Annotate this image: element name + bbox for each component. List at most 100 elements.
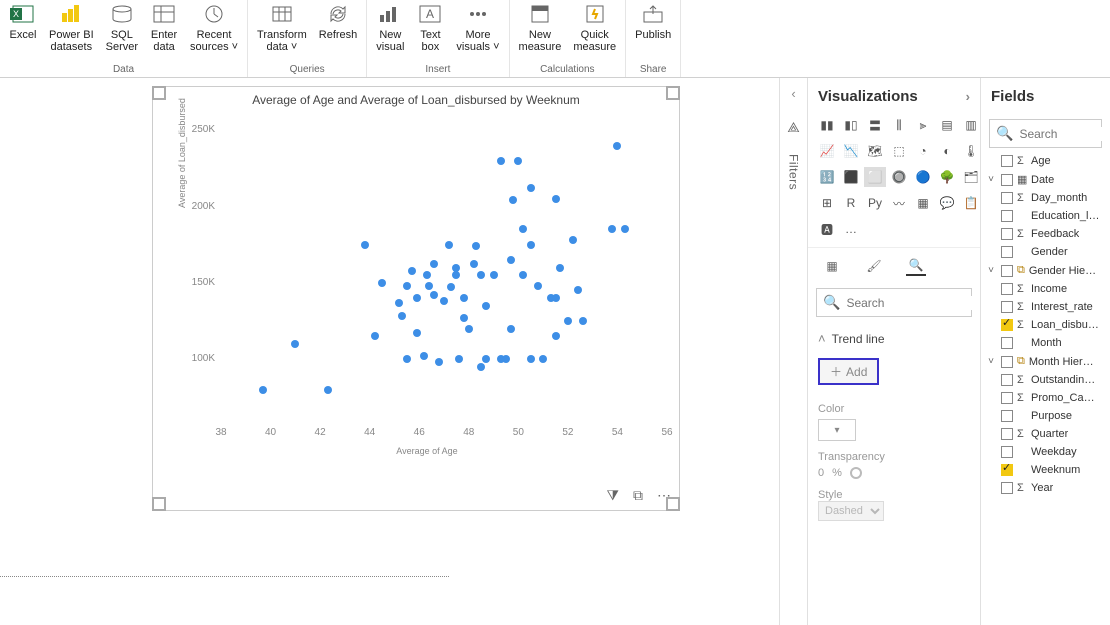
viz-type-button[interactable]: ▤ — [936, 115, 958, 135]
scatter-point[interactable] — [482, 302, 490, 310]
viz-type-button[interactable]: ⬛ — [840, 167, 862, 187]
field-row[interactable]: Month — [981, 334, 1110, 352]
scatter-point[interactable] — [509, 196, 517, 204]
viz-type-button[interactable]: ⬜ — [864, 167, 886, 187]
viz-type-button[interactable]: 🔢 — [816, 167, 838, 187]
scatter-point[interactable] — [430, 260, 438, 268]
filters-collapsed-pane[interactable]: ‹ ⟁ Filters — [779, 78, 807, 625]
viz-type-button[interactable]: ▮▯ — [840, 115, 862, 135]
enter-data-button[interactable]: Enterdata — [144, 0, 184, 55]
scatter-point[interactable] — [477, 363, 485, 371]
scatter-point[interactable] — [361, 241, 369, 249]
field-row[interactable]: Weekday — [981, 443, 1110, 461]
scatter-point[interactable] — [324, 386, 332, 394]
field-checkbox[interactable] — [1001, 482, 1013, 494]
viz-type-button[interactable]: ▮▮ — [816, 115, 838, 135]
viz-type-button[interactable]: 〰 — [888, 193, 910, 213]
field-checkbox[interactable] — [1001, 246, 1013, 258]
search-input[interactable] — [846, 296, 1001, 310]
transform-data-button[interactable]: Transformdata ˅ — [251, 0, 313, 55]
expand-icon[interactable]: ˅ — [985, 265, 997, 276]
field-checkbox[interactable] — [1001, 228, 1013, 240]
scatter-point[interactable] — [519, 271, 527, 279]
scatter-point[interactable] — [423, 271, 431, 279]
scatter-point[interactable] — [502, 355, 510, 363]
viz-type-button[interactable]: 🗂 — [960, 167, 982, 187]
scatter-point[interactable] — [579, 317, 587, 325]
scatter-point[interactable] — [552, 195, 560, 203]
scatter-point[interactable] — [445, 241, 453, 249]
scatter-point[interactable] — [472, 242, 480, 250]
viz-type-button[interactable]: 📈 — [816, 141, 838, 161]
viz-type-button[interactable]: ◔ — [912, 141, 934, 161]
scatter-point[interactable] — [447, 283, 455, 291]
field-row[interactable]: ΣIncome — [981, 280, 1110, 298]
field-checkbox[interactable] — [1001, 210, 1013, 222]
viz-type-button[interactable]: 🗺 — [864, 141, 886, 161]
scatter-point[interactable] — [413, 329, 421, 337]
more-visuals-button[interactable]: Morevisuals ˅ — [450, 0, 505, 55]
fields-search[interactable]: 🔍 — [989, 119, 1102, 148]
field-row[interactable]: ΣFeedback — [981, 225, 1110, 243]
scatter-point[interactable] — [259, 386, 267, 394]
scatter-point[interactable] — [425, 282, 433, 290]
viz-type-button[interactable]: 📉 — [840, 141, 862, 161]
field-checkbox[interactable] — [1001, 446, 1013, 458]
report-canvas[interactable]: Average of Age and Average of Loan_disbu… — [0, 78, 779, 625]
scatter-point[interactable] — [514, 157, 522, 165]
scatter-point[interactable] — [552, 294, 560, 302]
scatter-point[interactable] — [519, 225, 527, 233]
scatter-point[interactable] — [477, 271, 485, 279]
scatter-point[interactable] — [556, 264, 564, 272]
field-checkbox[interactable] — [1001, 356, 1013, 368]
viz-type-button[interactable]: 🌳 — [936, 167, 958, 187]
field-checkbox[interactable] — [1001, 410, 1013, 422]
scatter-point[interactable] — [398, 312, 406, 320]
focus-mode-icon[interactable]: ⧉ — [633, 487, 643, 504]
color-dropdown[interactable]: ▾ — [818, 419, 856, 441]
field-checkbox[interactable] — [1001, 319, 1013, 331]
scatter-point[interactable] — [527, 355, 535, 363]
scatter-point[interactable] — [497, 157, 505, 165]
scatter-point[interactable] — [371, 332, 379, 340]
scatter-point[interactable] — [470, 260, 478, 268]
scatter-point[interactable] — [408, 267, 416, 275]
scatter-point[interactable] — [403, 355, 411, 363]
refresh-button[interactable]: Refresh — [313, 0, 364, 43]
add-trend-line-button[interactable]: ＋ Add — [818, 358, 879, 385]
scatter-point[interactable] — [420, 352, 428, 360]
field-row[interactable]: ΣInterest_rate — [981, 298, 1110, 316]
field-row[interactable]: ΣPromo_Ca… — [981, 389, 1110, 407]
field-row[interactable]: Gender — [981, 243, 1110, 261]
field-checkbox[interactable] — [1001, 265, 1013, 277]
viz-type-button[interactable]: ⊞ — [816, 193, 838, 213]
sql-server-button[interactable]: SQLServer — [100, 0, 144, 55]
scatter-point[interactable] — [527, 241, 535, 249]
expand-filters-icon[interactable]: ‹ — [791, 86, 795, 101]
field-row[interactable]: ΣYear — [981, 479, 1110, 497]
viz-type-button[interactable]: 〓 — [864, 115, 886, 135]
viz-type-button[interactable]: Py — [864, 193, 886, 213]
field-checkbox[interactable] — [1001, 283, 1013, 295]
field-checkbox[interactable] — [1001, 428, 1013, 440]
transparency-reset-icon[interactable] — [850, 467, 862, 479]
viz-type-button[interactable]: … — [840, 219, 862, 239]
viz-type-button[interactable]: 🅰 — [816, 219, 838, 239]
field-checkbox[interactable] — [1001, 301, 1013, 313]
field-checkbox[interactable] — [1001, 464, 1013, 476]
scatter-point[interactable] — [455, 355, 463, 363]
scatter-point[interactable] — [413, 294, 421, 302]
bookmark-icon[interactable]: ⟁ — [787, 119, 800, 136]
scatter-point[interactable] — [564, 317, 572, 325]
scatter-point[interactable] — [452, 271, 460, 279]
scatter-point[interactable] — [395, 299, 403, 307]
scatter-point[interactable] — [539, 355, 547, 363]
resize-handle[interactable] — [152, 497, 166, 511]
scatter-point[interactable] — [534, 282, 542, 290]
resize-handle[interactable] — [152, 86, 166, 100]
field-row[interactable]: ΣOutstandin… — [981, 371, 1110, 389]
scatter-point[interactable] — [574, 286, 582, 294]
field-row[interactable]: ˅⧉Month Hier… — [981, 352, 1110, 371]
scatter-point[interactable] — [613, 142, 621, 150]
field-row[interactable]: ΣQuarter — [981, 425, 1110, 443]
